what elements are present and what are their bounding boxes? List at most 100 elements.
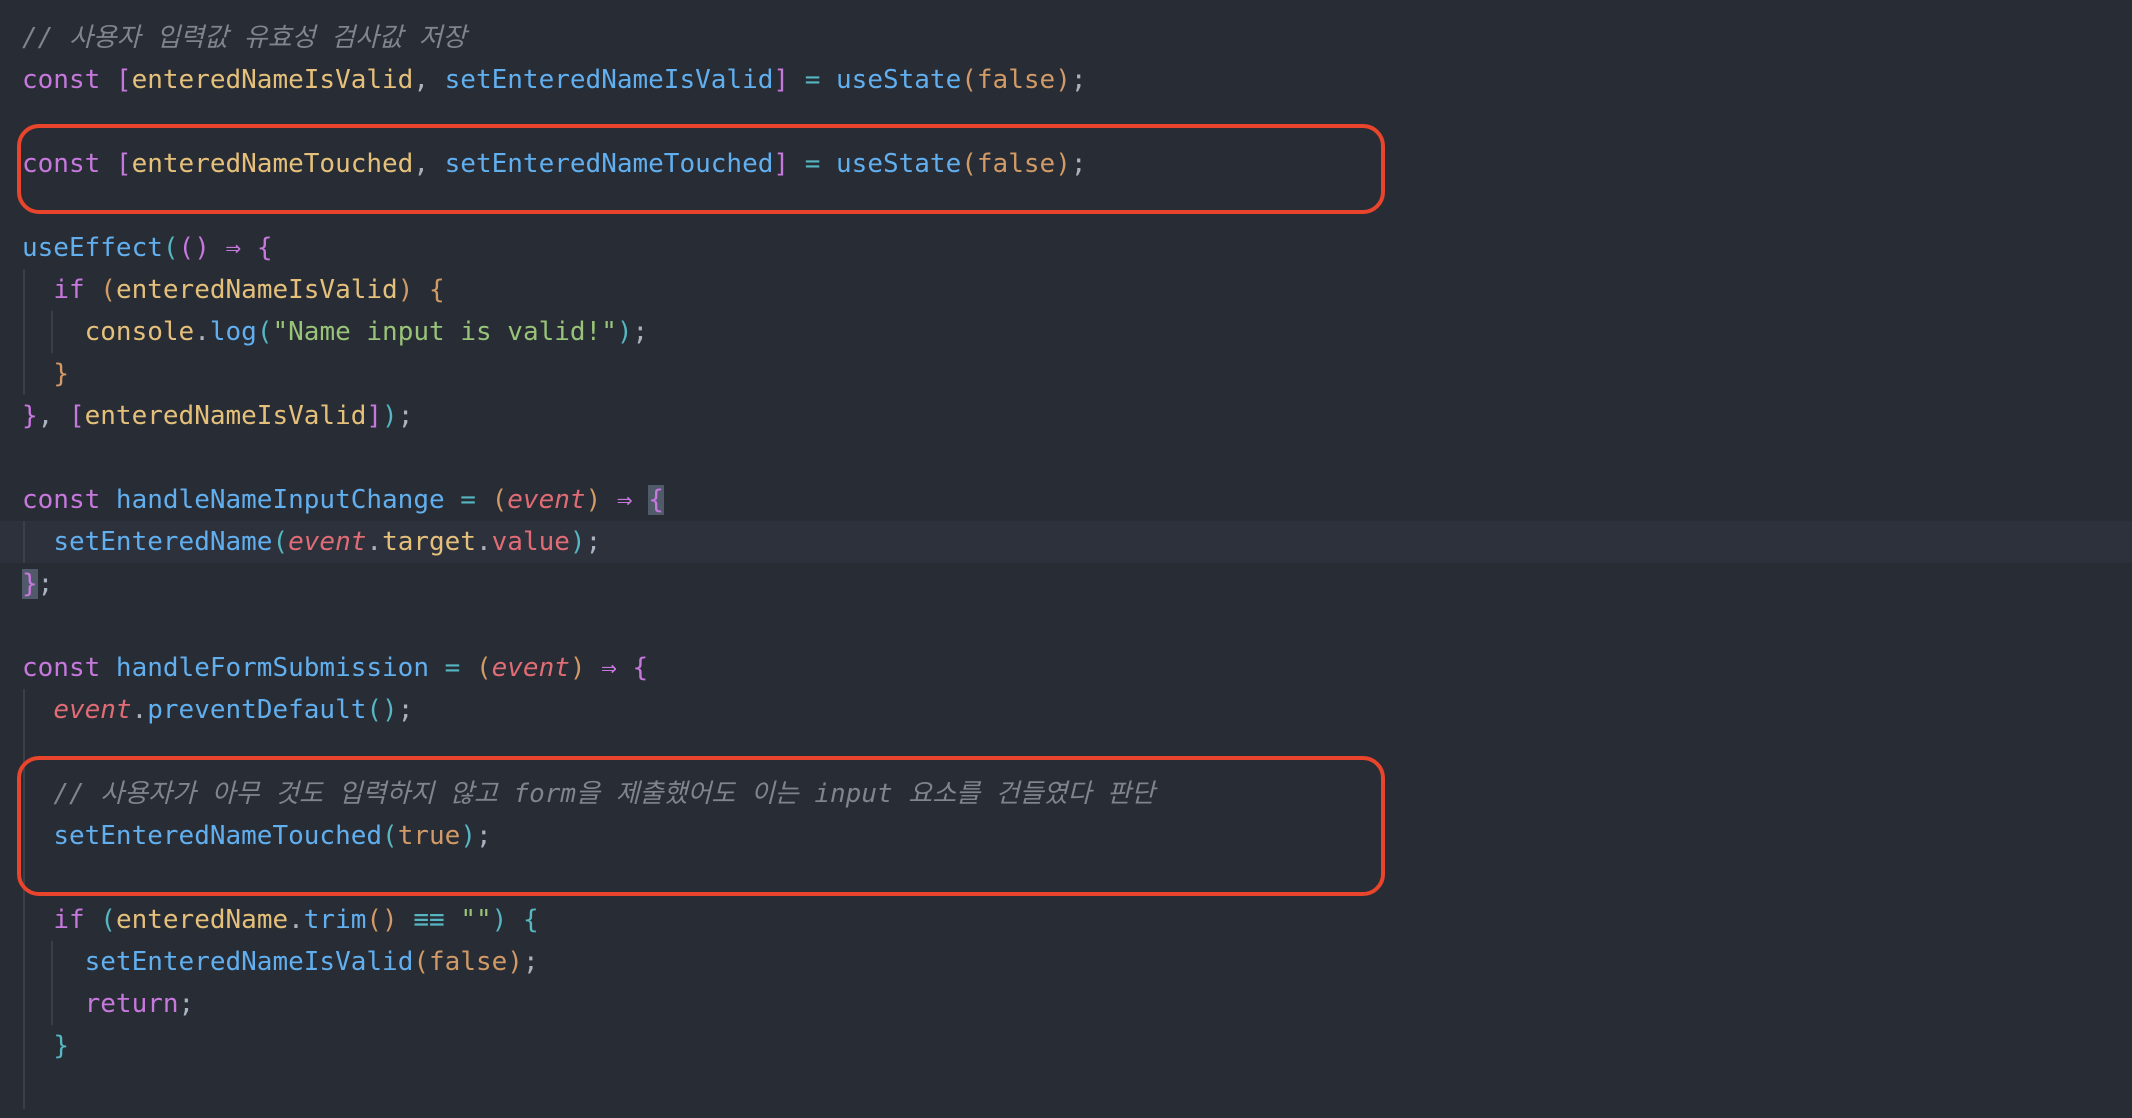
code-token: useEffect — [22, 233, 163, 263]
code-text: }, [enteredNameIsValid]); — [22, 395, 413, 437]
code-token: ( — [382, 821, 398, 851]
code-text: setEnteredNameIsValid(false); — [22, 941, 539, 983]
code-token: console — [84, 317, 195, 347]
code-token: ; — [178, 989, 195, 1019]
code-token: ; — [522, 947, 539, 977]
code-token: } — [53, 1031, 69, 1061]
code-line[interactable] — [0, 437, 2132, 479]
code-line[interactable]: const [enteredNameIsValid, setEnteredNam… — [0, 59, 2132, 101]
code-token: false — [976, 65, 1056, 95]
code-text: event.preventDefault(); — [22, 689, 413, 731]
code-text: console.log("Name input is valid!"); — [22, 311, 649, 353]
code-token: enteredNameIsValid — [131, 65, 414, 95]
code-text: if (enteredNameIsValid) { — [22, 269, 445, 311]
code-line[interactable]: return; — [0, 983, 2132, 1025]
code-token: event — [288, 527, 367, 557]
code-line[interactable]: setEnteredName(event.target.value); — [0, 521, 2132, 563]
code-token: event — [507, 485, 586, 515]
code-line[interactable]: }, [enteredNameIsValid]); — [0, 395, 2132, 437]
code-text: }; — [22, 563, 53, 605]
code-text: // 사용자 입력값 유효성 검사값 저장 — [22, 17, 466, 59]
code-token: setEnteredName — [53, 527, 273, 557]
code-token: false — [429, 947, 508, 977]
code-token: . — [194, 317, 210, 347]
code-line[interactable] — [0, 857, 2132, 899]
indent-guide — [23, 731, 25, 773]
code-token: if — [53, 275, 101, 305]
code-line[interactable] — [0, 185, 2132, 227]
code-token: . — [475, 527, 492, 557]
code-line[interactable]: const [enteredNameTouched, setEnteredNam… — [0, 143, 2132, 185]
code-token: () — [366, 905, 398, 935]
code-text: // 사용자가 아무 것도 입력하지 않고 form을 제출했어도 이는 inp… — [22, 773, 1155, 815]
code-token: false — [976, 149, 1056, 179]
code-line[interactable] — [0, 1067, 2132, 1109]
code-token: useState — [836, 65, 962, 95]
code-token: if — [53, 905, 101, 935]
code-token: ( — [100, 905, 116, 935]
code-token: = — [429, 653, 476, 683]
code-token: [ — [115, 65, 132, 95]
code-token: } — [53, 359, 69, 389]
code-line[interactable]: if (enteredNameIsValid) { — [0, 269, 2132, 311]
code-line[interactable]: setEnteredNameIsValid(false); — [0, 941, 2132, 983]
code-token: ) { — [491, 905, 539, 935]
code-line[interactable]: event.preventDefault(); — [0, 689, 2132, 731]
code-editor[interactable]: // 사용자 입력값 유효성 검사값 저장 const [enteredNameI… — [0, 0, 2132, 1118]
code-token: } — [22, 401, 38, 431]
code-line[interactable]: const handleFormSubmission = (event) ⇒ { — [0, 647, 2132, 689]
code-token: ⇒ — [585, 653, 633, 683]
code-token: ; — [632, 317, 649, 347]
code-token: ] — [773, 149, 790, 179]
code-line[interactable]: } — [0, 1025, 2132, 1067]
code-token: ; — [585, 527, 602, 557]
code-token: . — [131, 695, 148, 725]
code-text: } — [22, 1025, 69, 1067]
code-line[interactable]: if (enteredName.trim() ≡≡ "") { — [0, 899, 2132, 941]
code-token: ] — [366, 401, 383, 431]
code-line[interactable]: console.log("Name input is valid!"); — [0, 311, 2132, 353]
code-token: ; — [397, 695, 414, 725]
code-token: // 사용자 입력값 유효성 검사값 저장 — [22, 23, 467, 53]
code-token: ; — [397, 401, 414, 431]
code-token: ) { — [397, 275, 445, 305]
code-token: ) — [585, 485, 602, 515]
code-token: ) — [616, 317, 633, 347]
code-token: [ — [68, 401, 85, 431]
indent-guide — [23, 857, 25, 899]
code-token: enteredNameIsValid — [84, 401, 367, 431]
code-token: setEnteredNameIsValid — [444, 65, 774, 95]
code-line[interactable] — [0, 605, 2132, 647]
code-line[interactable]: } — [0, 353, 2132, 395]
code-token: ( — [256, 317, 273, 347]
code-line[interactable]: const handleNameInputChange = (event) ⇒ … — [0, 479, 2132, 521]
code-token: ; — [1070, 65, 1087, 95]
code-token: ; — [37, 569, 54, 599]
code-line[interactable]: // 사용자가 아무 것도 입력하지 않고 form을 제출했어도 이는 inp… — [0, 773, 2132, 815]
code-token: trim — [303, 905, 367, 935]
code-text: if (enteredName.trim() ≡≡ "") { — [22, 899, 539, 941]
code-token: ( — [100, 275, 116, 305]
code-token: ( — [491, 485, 508, 515]
code-line[interactable]: }; — [0, 563, 2132, 605]
code-line[interactable] — [0, 101, 2132, 143]
code-token: "" — [460, 905, 492, 935]
code-token: { — [648, 485, 664, 515]
code-token: useState — [836, 149, 962, 179]
code-line[interactable] — [0, 731, 2132, 773]
code-token: } — [22, 569, 38, 599]
code-line[interactable]: // 사용자 입력값 유효성 검사값 저장 — [0, 17, 2132, 59]
code-line[interactable]: useEffect(() ⇒ { — [0, 227, 2132, 269]
code-line[interactable]: setEnteredNameTouched(true); — [0, 815, 2132, 857]
code-token: ( — [162, 233, 179, 263]
code-token: ≡≡ — [397, 905, 461, 935]
code-token: "Name input is valid!" — [272, 317, 617, 347]
